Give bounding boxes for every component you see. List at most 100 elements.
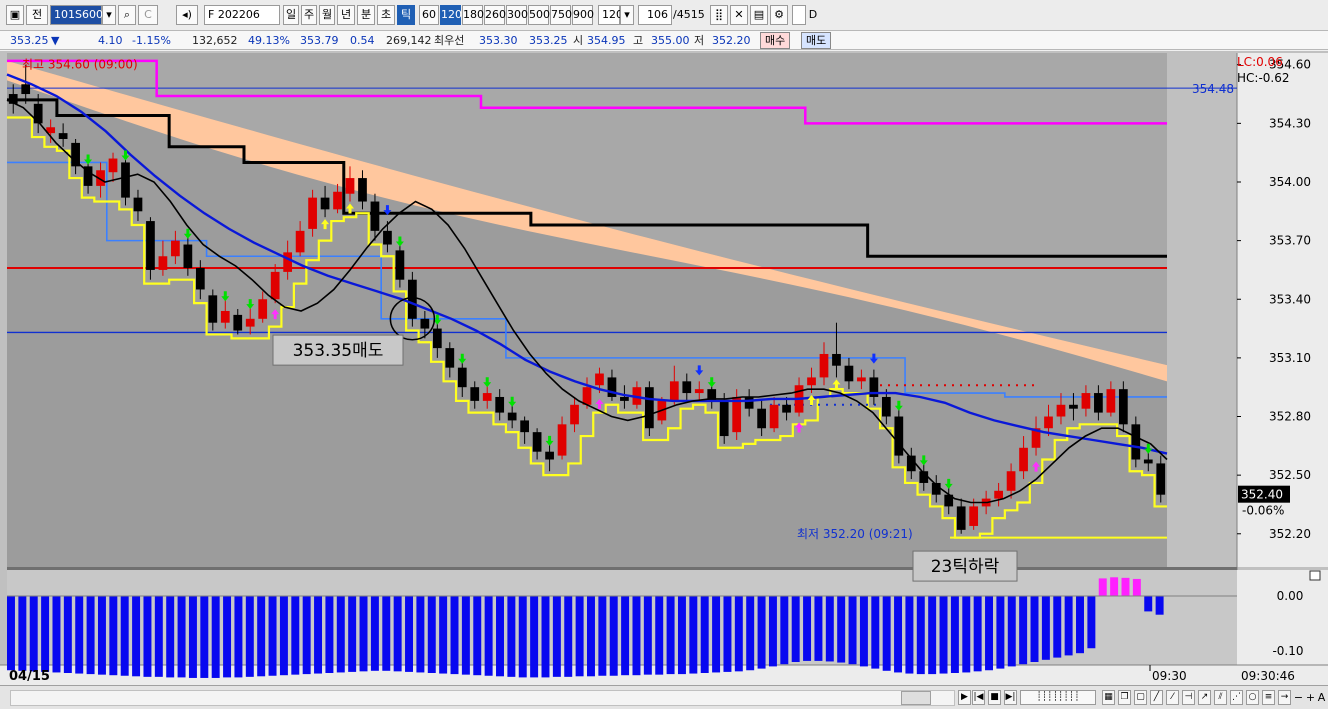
tick-750[interactable]: 750 — [550, 5, 572, 25]
sell-button[interactable]: 매도 — [801, 32, 832, 49]
candle-body — [21, 84, 31, 95]
tick-900[interactable]: 900 — [572, 5, 594, 25]
quote-volume: 132,652 — [192, 34, 238, 47]
gear-icon[interactable]: ⚙ — [770, 5, 788, 25]
price-axis-label: 353.10 — [1269, 351, 1311, 365]
play-button[interactable]: ▶ — [958, 690, 971, 705]
oscillator-bar — [712, 596, 721, 673]
toolbar: ▣ 전 101S6000 ▾ ⌕ C ◂) F 202206 일 주 월 년 분… — [0, 0, 1328, 31]
candle-body — [520, 420, 529, 433]
period-day[interactable]: 일 — [283, 5, 299, 25]
tick-select[interactable]: 120 — [598, 5, 623, 25]
oscillator-bar — [393, 596, 402, 672]
oscillator-bar — [1041, 596, 1050, 660]
oscillator-bar — [200, 596, 209, 678]
text-tool-button[interactable]: A — [1315, 690, 1328, 705]
window-icon[interactable]: ▣ — [6, 5, 24, 25]
oscillator-bar — [871, 596, 880, 669]
channel-tool-icon[interactable]: ⫽ — [1214, 690, 1227, 705]
candle-body — [295, 230, 305, 253]
tick-260[interactable]: 260 — [484, 5, 506, 25]
chart-area[interactable]: 354.60 354.30 354.00 353.70 353.40 353.10 352.… — [0, 51, 1328, 685]
oscillator-bar — [996, 596, 1005, 669]
period-second[interactable]: 초 — [377, 5, 395, 25]
period-month[interactable]: 월 — [319, 5, 335, 25]
symbol-dropdown-icon[interactable]: ▾ — [102, 5, 116, 25]
scrollbar-thumb[interactable] — [901, 691, 931, 705]
period-tick[interactable]: 틱 — [397, 5, 415, 25]
candle-body — [108, 158, 118, 173]
period-year[interactable]: 년 — [337, 5, 355, 25]
arrow-tool-icon[interactable]: → — [1278, 690, 1291, 705]
buy-button[interactable]: 매수 — [760, 32, 791, 49]
price-axis-label: 353.70 — [1269, 234, 1311, 248]
oscillator-bar — [52, 596, 61, 673]
candle-body — [183, 244, 193, 268]
oscillator-bar — [245, 596, 254, 677]
oscillator-bar — [1030, 596, 1039, 662]
layout-icon[interactable]: ▦ — [1102, 690, 1115, 705]
tick-60[interactable]: 60 — [419, 5, 439, 25]
period-week[interactable]: 주 — [301, 5, 317, 25]
crosshair-icon[interactable]: ✕ — [730, 5, 748, 25]
pane-separator — [7, 567, 1237, 570]
trend-tool-icon[interactable]: ⁄ — [1166, 690, 1179, 705]
candle-body — [432, 328, 442, 349]
speed-slider[interactable]: ┊┊┊┊┊┊┊┊ — [1020, 690, 1096, 705]
save-icon[interactable]: ▤ — [750, 5, 768, 25]
oscillator-bar — [689, 596, 698, 674]
stop-button[interactable]: ■ — [988, 690, 1001, 705]
quote-value-1: 353.79 — [300, 34, 339, 47]
oscillator-bar — [939, 596, 948, 674]
oscillator-bar — [382, 596, 391, 671]
candle-body — [969, 506, 979, 526]
oscillator-bar — [1132, 578, 1141, 596]
fan-tool-icon[interactable]: ⋰ — [1230, 690, 1243, 705]
tick-300[interactable]: 300 — [506, 5, 528, 25]
measure-tool-icon[interactable]: ⊣ — [1182, 690, 1195, 705]
candle-body — [507, 412, 517, 421]
tick-120[interactable]: 120 — [440, 5, 462, 25]
view-count-input[interactable]: 106 — [638, 5, 672, 25]
oscillator-bar — [1121, 577, 1130, 596]
line-tool-icon[interactable]: ╱ — [1150, 690, 1163, 705]
bottom-bar: ▶ |◀ ■ ▶| ┊┊┊┊┊┊┊┊ ▦ ❐ ▢ ╱ ⁄ ⊣ ↗ ⫽ ⋰ ○ ≡… — [0, 685, 1328, 709]
candle-body — [370, 201, 380, 231]
oscillator-bar — [7, 596, 15, 671]
oscillator-bar — [143, 596, 152, 677]
tick-180[interactable]: 180 — [462, 5, 484, 25]
chart-scrollbar[interactable] — [10, 690, 955, 706]
grid-icon[interactable]: ⣿ — [710, 5, 728, 25]
oscillator-bar — [1007, 596, 1016, 667]
symbol-input[interactable]: 101S6000 — [50, 5, 110, 25]
first-button[interactable]: |◀ — [972, 690, 985, 705]
price-chart[interactable]: 354.60354.30354.00353.70353.40353.10352.… — [0, 51, 1328, 685]
last-button[interactable]: ▶| — [1004, 690, 1017, 705]
current-price-label: 352.40 — [1241, 488, 1283, 502]
high-price: 355.00 — [651, 34, 690, 47]
lc-label: LC:0.06 — [1237, 55, 1283, 69]
contract-field[interactable]: F 202206 — [204, 5, 280, 25]
oscillator-bar — [859, 596, 868, 667]
tick-500[interactable]: 500 — [528, 5, 550, 25]
maximize-pane-icon[interactable] — [1309, 570, 1321, 581]
search-icon[interactable]: ⌕ — [118, 5, 136, 25]
oscillator-bar — [1155, 596, 1164, 615]
display-checkbox[interactable] — [792, 5, 806, 25]
oscillator-bar — [780, 596, 789, 665]
open-label: 시 — [573, 34, 584, 47]
oscillator-bar — [791, 596, 800, 662]
speaker-icon[interactable]: ◂) — [176, 5, 198, 25]
window-icon-2[interactable]: ▢ — [1134, 690, 1147, 705]
circle-tool-icon[interactable]: ○ — [1246, 690, 1259, 705]
down-arrow-icon: ▼ — [51, 34, 60, 47]
tab-all-button[interactable]: 전 — [26, 5, 48, 25]
date-label: 04/15 — [9, 669, 50, 684]
candle-body — [1019, 447, 1028, 472]
clear-search-button[interactable]: C — [138, 5, 158, 25]
copy-icon[interactable]: ❐ — [1118, 690, 1131, 705]
tick-dropdown-icon[interactable]: ▾ — [620, 5, 634, 25]
ray-tool-icon[interactable]: ↗ — [1198, 690, 1211, 705]
period-minute[interactable]: 분 — [357, 5, 375, 25]
fib-tool-icon[interactable]: ≡ — [1262, 690, 1275, 705]
